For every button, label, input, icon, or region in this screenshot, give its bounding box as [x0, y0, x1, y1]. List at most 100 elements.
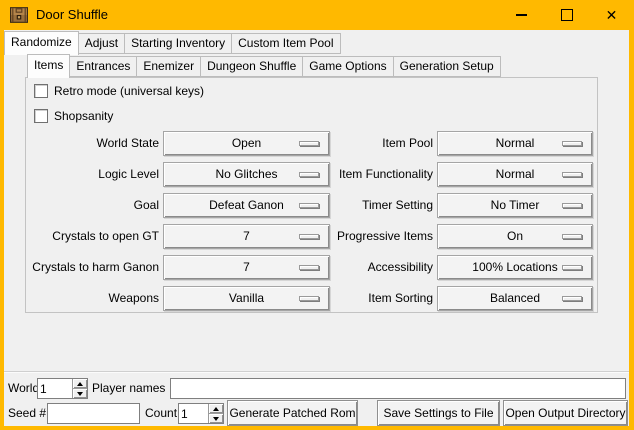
- dropdown-value: Normal: [496, 163, 535, 186]
- accessibility-dropdown[interactable]: 100% Locations: [437, 255, 593, 280]
- item-sorting-label: Item Sorting: [330, 286, 433, 311]
- window-title: Door Shuffle: [36, 0, 108, 30]
- open-output-directory-button[interactable]: Open Output Directory: [503, 400, 628, 426]
- titlebar[interactable]: Door Shuffle ✕: [0, 0, 634, 30]
- dropdown-value: Open: [232, 132, 261, 155]
- item-pool-label: Item Pool: [330, 131, 433, 156]
- minimize-button[interactable]: [499, 0, 544, 30]
- door-shuffle-window: Door Shuffle ✕ Randomize Adjust Starting…: [0, 0, 634, 430]
- dropdown-indicator-icon: [299, 234, 319, 239]
- accessibility-label: Accessibility: [330, 255, 433, 280]
- player-names-input[interactable]: [170, 378, 626, 399]
- dropdown-value: 7: [243, 256, 250, 279]
- tab-starting-inventory[interactable]: Starting Inventory: [124, 33, 232, 54]
- logic-level-dropdown[interactable]: No Glitches: [163, 162, 330, 187]
- timer-setting-dropdown[interactable]: No Timer: [437, 193, 593, 218]
- spin-down-button[interactable]: [209, 413, 223, 423]
- dropdown-indicator-icon: [299, 296, 319, 301]
- dropdown-indicator-icon: [299, 203, 319, 208]
- item-functionality-label: Item Functionality: [330, 162, 433, 187]
- world-state-label: World State: [25, 131, 159, 156]
- dropdown-value: 100% Locations: [472, 256, 557, 279]
- dropdown-indicator-icon: [299, 172, 319, 177]
- minimize-icon: [516, 14, 527, 16]
- count-input[interactable]: [179, 404, 208, 423]
- goal-label: Goal: [25, 193, 159, 218]
- spin-down-button[interactable]: [73, 388, 87, 398]
- seed-label: Seed #: [8, 403, 46, 424]
- tab-randomize[interactable]: Randomize: [4, 31, 79, 55]
- tab-custom-item-pool[interactable]: Custom Item Pool: [231, 33, 340, 54]
- window-controls: ✕: [499, 0, 634, 30]
- worlds-spinner[interactable]: [37, 378, 88, 399]
- dropdown-indicator-icon: [562, 203, 582, 208]
- logic-level-label: Logic Level: [25, 162, 159, 187]
- maximize-icon: [561, 9, 573, 21]
- arrow-up-icon: [213, 407, 219, 411]
- dropdown-value: No Timer: [491, 194, 540, 217]
- tab-enemizer[interactable]: Enemizer: [136, 56, 201, 77]
- player-names-label: Player names: [92, 378, 165, 399]
- generate-patched-rom-button[interactable]: Generate Patched Rom: [227, 400, 358, 426]
- worlds-input[interactable]: [38, 379, 72, 398]
- spinner-buttons: [72, 379, 87, 398]
- maximize-button[interactable]: [544, 0, 589, 30]
- tab-adjust[interactable]: Adjust: [78, 33, 125, 54]
- dropdown-value: Defeat Ganon: [209, 194, 284, 217]
- bottom-separator: [4, 371, 629, 373]
- count-label: Count: [145, 403, 177, 424]
- dropdown-value: 7: [243, 225, 250, 248]
- checkbox-label: Shopsanity: [54, 109, 113, 123]
- item-pool-dropdown[interactable]: Normal: [437, 131, 593, 156]
- dropdown-indicator-icon: [562, 265, 582, 270]
- dropdown-indicator-icon: [562, 141, 582, 146]
- progressive-items-dropdown[interactable]: On: [437, 224, 593, 249]
- timer-setting-label: Timer Setting: [330, 193, 433, 218]
- close-icon: ✕: [606, 8, 618, 22]
- progressive-items-label: Progressive Items: [330, 224, 433, 249]
- crystals-ganon-label: Crystals to harm Ganon: [25, 255, 159, 280]
- crystals-gt-dropdown[interactable]: 7: [163, 224, 330, 249]
- spin-up-button[interactable]: [73, 379, 87, 388]
- dropdown-indicator-icon: [299, 265, 319, 270]
- retro-mode-checkbox[interactable]: Retro mode (universal keys): [34, 84, 204, 98]
- app-icon: [10, 6, 28, 24]
- tab-items[interactable]: Items: [27, 54, 70, 78]
- inner-tab-bar: Items Entrances Enemizer Dungeon Shuffle…: [27, 54, 500, 77]
- item-sorting-dropdown[interactable]: Balanced: [437, 286, 593, 311]
- dropdown-value: No Glitches: [215, 163, 277, 186]
- checkbox-label: Retro mode (universal keys): [54, 84, 204, 98]
- dropdown-indicator-icon: [562, 234, 582, 239]
- arrow-down-icon: [213, 417, 219, 421]
- count-spinner[interactable]: [178, 403, 224, 424]
- dropdown-indicator-icon: [299, 141, 319, 146]
- tab-dungeon-shuffle[interactable]: Dungeon Shuffle: [200, 56, 303, 77]
- dropdown-value: Balanced: [490, 287, 540, 310]
- spin-up-button[interactable]: [209, 404, 223, 413]
- weapons-label: Weapons: [25, 286, 159, 311]
- dropdown-indicator-icon: [562, 296, 582, 301]
- dropdown-indicator-icon: [562, 172, 582, 177]
- tab-entrances[interactable]: Entrances: [69, 56, 137, 77]
- seed-input[interactable]: [47, 403, 140, 424]
- close-button[interactable]: ✕: [589, 0, 634, 30]
- dropdown-value: Vanilla: [229, 287, 264, 310]
- checkbox-box-icon: [34, 109, 48, 123]
- dropdown-value: Normal: [496, 132, 535, 155]
- shopsanity-checkbox[interactable]: Shopsanity: [34, 109, 113, 123]
- crystals-ganon-dropdown[interactable]: 7: [163, 255, 330, 280]
- spinner-buttons: [208, 404, 223, 423]
- goal-dropdown[interactable]: Defeat Ganon: [163, 193, 330, 218]
- arrow-down-icon: [77, 392, 83, 396]
- weapons-dropdown[interactable]: Vanilla: [163, 286, 330, 311]
- checkbox-box-icon: [34, 84, 48, 98]
- arrow-up-icon: [77, 382, 83, 386]
- item-functionality-dropdown[interactable]: Normal: [437, 162, 593, 187]
- outer-tab-bar: Randomize Adjust Starting Inventory Cust…: [4, 31, 340, 54]
- dropdown-value: On: [507, 225, 523, 248]
- world-state-dropdown[interactable]: Open: [163, 131, 330, 156]
- crystals-gt-label: Crystals to open GT: [25, 224, 159, 249]
- tab-generation-setup[interactable]: Generation Setup: [393, 56, 501, 77]
- tab-game-options[interactable]: Game Options: [302, 56, 393, 77]
- save-settings-button[interactable]: Save Settings to File: [377, 400, 500, 426]
